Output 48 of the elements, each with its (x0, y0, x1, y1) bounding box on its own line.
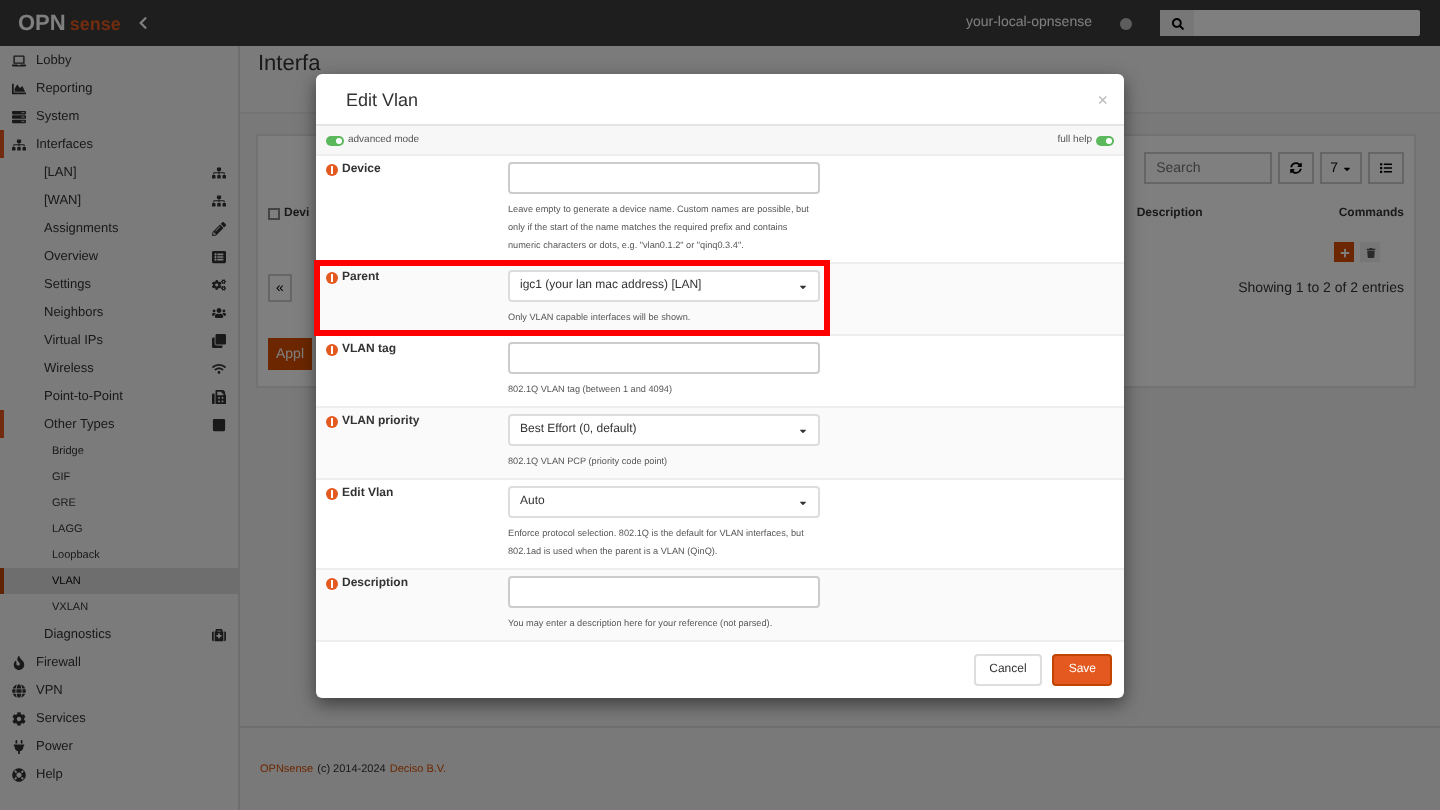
caret-icon (1342, 163, 1352, 173)
refresh-button[interactable] (1278, 152, 1315, 184)
medkit-icon (212, 627, 226, 641)
laptop-icon (12, 53, 26, 67)
checkbox[interactable] (268, 208, 280, 220)
clone-icon (212, 333, 226, 347)
info-icon (326, 578, 338, 590)
dialog-title: Edit Vlan (346, 89, 419, 109)
input-field[interactable] (508, 342, 820, 374)
caret-icon (798, 281, 808, 291)
info-icon (326, 416, 338, 428)
info-icon (326, 344, 338, 356)
logo[interactable]: OPN sense (18, 11, 121, 35)
lifering-icon (12, 767, 26, 781)
list-icon (1380, 162, 1392, 174)
fire-icon (12, 655, 26, 669)
search-icon (1171, 17, 1183, 29)
cogs-icon (212, 277, 226, 291)
wifi-icon (212, 361, 226, 375)
toggle-switch[interactable] (1096, 135, 1114, 145)
chart-icon (12, 81, 26, 95)
toggle-switch[interactable] (326, 135, 344, 145)
sitemap-icon (212, 165, 226, 179)
server-icon (12, 109, 26, 123)
add-button[interactable] (1334, 242, 1354, 262)
input-field[interactable] (508, 162, 820, 194)
plus-icon (1339, 247, 1349, 257)
input-field[interactable] (508, 576, 820, 608)
collapse-icon[interactable] (136, 16, 151, 30)
info-icon (326, 272, 338, 284)
search-field[interactable] (1160, 10, 1420, 36)
caret-icon (798, 425, 808, 435)
columns-button[interactable] (1368, 152, 1404, 184)
sitemap-icon (212, 193, 226, 207)
delete-button[interactable] (1360, 242, 1380, 262)
globe-icon (12, 683, 26, 697)
info-icon (326, 488, 338, 500)
trash-icon (1365, 247, 1375, 257)
users-icon (212, 305, 226, 319)
pencil-icon (212, 221, 226, 235)
list-icon (212, 249, 226, 263)
caret-icon (798, 497, 808, 507)
plug-icon (12, 739, 26, 753)
cog-icon (12, 711, 26, 725)
status-dot (1120, 17, 1132, 29)
info-icon (326, 164, 338, 176)
refresh-icon (1290, 162, 1303, 174)
sitemap-icon (12, 137, 26, 151)
